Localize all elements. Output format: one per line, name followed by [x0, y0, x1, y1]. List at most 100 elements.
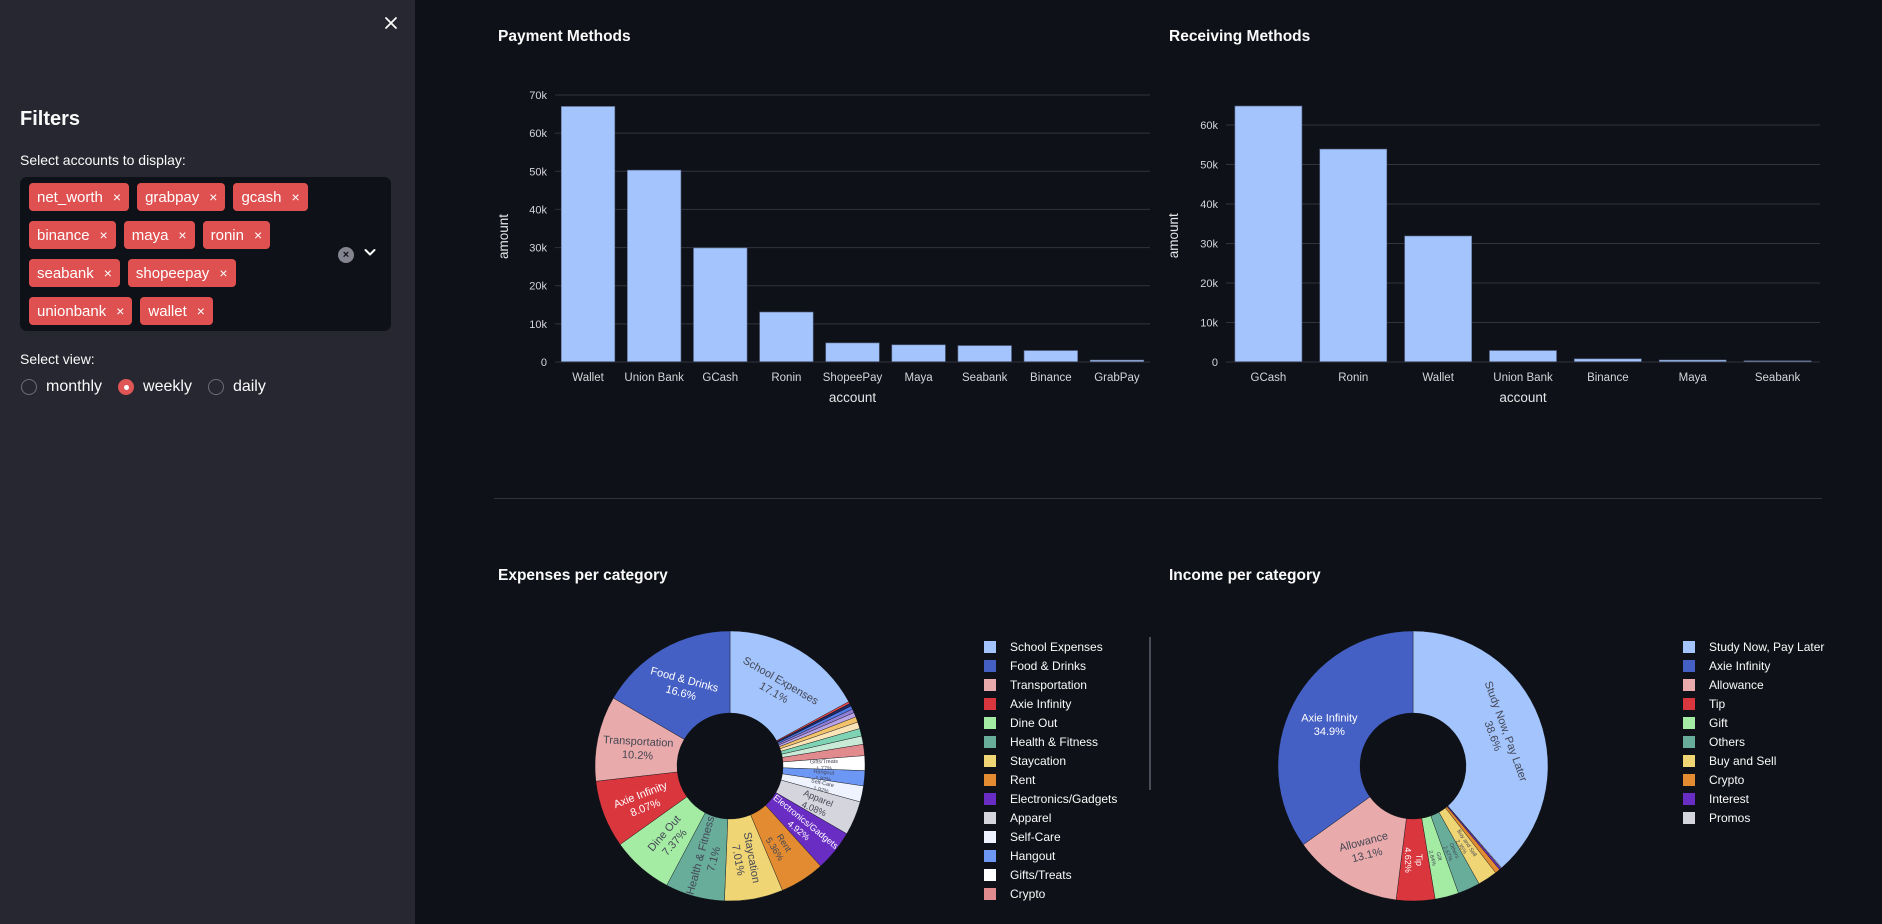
- account-chip-binance[interactable]: binance ×: [29, 221, 116, 249]
- chevron-down-icon[interactable]: [361, 243, 379, 261]
- bar-binance[interactable]: [1023, 350, 1078, 363]
- legend-item[interactable]: Promos: [1683, 808, 1824, 827]
- view-label: Select view:: [20, 351, 95, 367]
- chip-label: shopeepay: [135, 264, 210, 282]
- chip-label: binance: [37, 226, 90, 244]
- legend-label: Crypto: [1010, 886, 1046, 901]
- remove-chip-icon[interactable]: ×: [292, 189, 300, 205]
- close-sidebar-button[interactable]: [378, 10, 404, 36]
- legend-item[interactable]: Buy and Sell: [1683, 751, 1824, 770]
- legend-item[interactable]: Food & Drinks: [984, 656, 1117, 675]
- legend-item[interactable]: School Expenses: [984, 637, 1117, 656]
- account-chip-wallet[interactable]: wallet ×: [140, 297, 213, 325]
- remove-chip-icon[interactable]: ×: [197, 303, 205, 319]
- remove-chip-icon[interactable]: ×: [104, 265, 112, 281]
- legend-label: Hangout: [1010, 848, 1056, 863]
- legend-swatch: [984, 811, 996, 824]
- legend-item[interactable]: Self-Care: [984, 827, 1117, 846]
- legend-item[interactable]: Transportation: [984, 675, 1117, 694]
- y-tick-label: 10k: [529, 319, 547, 331]
- legend-swatch: [1683, 659, 1695, 672]
- remove-chip-icon[interactable]: ×: [254, 227, 262, 243]
- account-chip-maya[interactable]: maya ×: [123, 221, 195, 249]
- bar-wallet[interactable]: [1404, 235, 1472, 363]
- legend-label: Health & Fitness: [1010, 734, 1099, 749]
- bar-maya[interactable]: [891, 344, 946, 363]
- legend-item[interactable]: Crypto: [984, 884, 1117, 903]
- bar-ronin[interactable]: [1319, 148, 1388, 363]
- legend-item[interactable]: Electronics/Gadgets: [984, 789, 1117, 808]
- account-chip-unionbank[interactable]: unionbank ×: [29, 297, 133, 325]
- radio-weekly[interactable]: weekly: [118, 378, 192, 396]
- legend-swatch: [984, 735, 996, 748]
- legend-swatch: [984, 716, 996, 729]
- x-tick-label: Seabank: [1755, 372, 1801, 384]
- radio-button-icon[interactable]: [207, 379, 224, 395]
- account-chip-ronin[interactable]: ronin ×: [202, 221, 271, 249]
- bar-gcash[interactable]: [1234, 105, 1303, 363]
- legend-item[interactable]: Interest: [1683, 789, 1824, 808]
- bar-union-bank[interactable]: [627, 169, 682, 363]
- clear-all-icon[interactable]: ×: [338, 247, 354, 263]
- expenses-title: Expenses per category: [498, 567, 668, 584]
- remove-chip-icon[interactable]: ×: [178, 227, 186, 243]
- account-chip-seabank[interactable]: seabank ×: [29, 259, 120, 287]
- y-tick-label: 0: [1212, 357, 1218, 369]
- account-chip-gcash[interactable]: gcash ×: [233, 183, 308, 211]
- legend-item[interactable]: Rent: [984, 770, 1117, 789]
- legend-item[interactable]: Others: [1683, 732, 1824, 751]
- bar-shopeepay[interactable]: [825, 342, 880, 363]
- y-tick-label: 60k: [529, 128, 547, 140]
- legend-item[interactable]: Health & Fitness: [984, 732, 1117, 751]
- radio-label: daily: [232, 378, 266, 395]
- radio-monthly[interactable]: monthly: [21, 378, 102, 396]
- remove-chip-icon[interactable]: ×: [219, 265, 227, 281]
- legend-item[interactable]: Study Now, Pay Later: [1683, 637, 1824, 656]
- remove-chip-icon[interactable]: ×: [113, 189, 121, 205]
- account-chip-shopeepay[interactable]: shopeepay ×: [127, 259, 236, 287]
- radio-button-icon[interactable]: [118, 379, 135, 395]
- x-tick-label: GCash: [702, 372, 738, 384]
- bar-ronin[interactable]: [759, 311, 814, 363]
- remove-chip-icon[interactable]: ×: [209, 189, 217, 205]
- radio-daily[interactable]: daily: [207, 378, 266, 396]
- accounts-multiselect[interactable]: net_worth × grabpay × gcash × binance × maya × ron…: [20, 177, 391, 331]
- legend-item[interactable]: Axie Infinity: [1683, 656, 1824, 675]
- legend-item[interactable]: Gifts/Treats: [984, 865, 1117, 884]
- bar-wallet[interactable]: [560, 106, 616, 363]
- account-chip-net_worth[interactable]: net_worth ×: [29, 183, 130, 211]
- legend-label: Axie Infinity: [1010, 696, 1072, 711]
- income-legend: Study Now, Pay Later Axie Infinity Allowan…: [1683, 637, 1824, 827]
- legend-item[interactable]: Crypto: [1683, 770, 1824, 789]
- legend-label: Others: [1709, 734, 1746, 749]
- pie-slice-axie-infinity[interactable]: [1277, 630, 1414, 845]
- legend-label: Buy and Sell: [1709, 753, 1777, 768]
- legend-label: Staycation: [1010, 753, 1067, 768]
- account-chip-grabpay[interactable]: grabpay ×: [137, 183, 226, 211]
- legend-item[interactable]: Gift: [1683, 713, 1824, 732]
- legend-item[interactable]: Axie Infinity: [984, 694, 1117, 713]
- chip-label: unionbank: [37, 302, 107, 320]
- legend-swatch: [1683, 716, 1695, 729]
- remove-chip-icon[interactable]: ×: [116, 303, 124, 319]
- chip-label: seabank: [37, 264, 94, 282]
- bar-seabank[interactable]: [957, 345, 1012, 363]
- legend-label: Transportation: [1010, 677, 1087, 692]
- legend-item[interactable]: Tip: [1683, 694, 1824, 713]
- x-tick-label: Union Bank: [624, 372, 684, 384]
- legend-item[interactable]: Staycation: [984, 751, 1117, 770]
- legend-label: Electronics/Gadgets: [1010, 791, 1118, 806]
- legend-item[interactable]: Allowance: [1683, 675, 1824, 694]
- legend-item[interactable]: Apparel: [984, 808, 1117, 827]
- payment-methods-title: Payment Methods: [498, 28, 631, 45]
- radio-button-icon[interactable]: [21, 379, 37, 395]
- legend-item[interactable]: Dine Out: [984, 713, 1117, 732]
- legend-swatch: [984, 678, 996, 691]
- remove-chip-icon[interactable]: ×: [100, 227, 108, 243]
- legend-scrollbar[interactable]: [1149, 637, 1151, 790]
- y-axis-title: amount: [496, 214, 511, 259]
- legend-item[interactable]: Hangout: [984, 846, 1117, 865]
- bar-union-bank[interactable]: [1489, 350, 1557, 363]
- x-tick-label: Union Bank: [1493, 372, 1553, 384]
- bar-gcash[interactable]: [693, 247, 748, 363]
